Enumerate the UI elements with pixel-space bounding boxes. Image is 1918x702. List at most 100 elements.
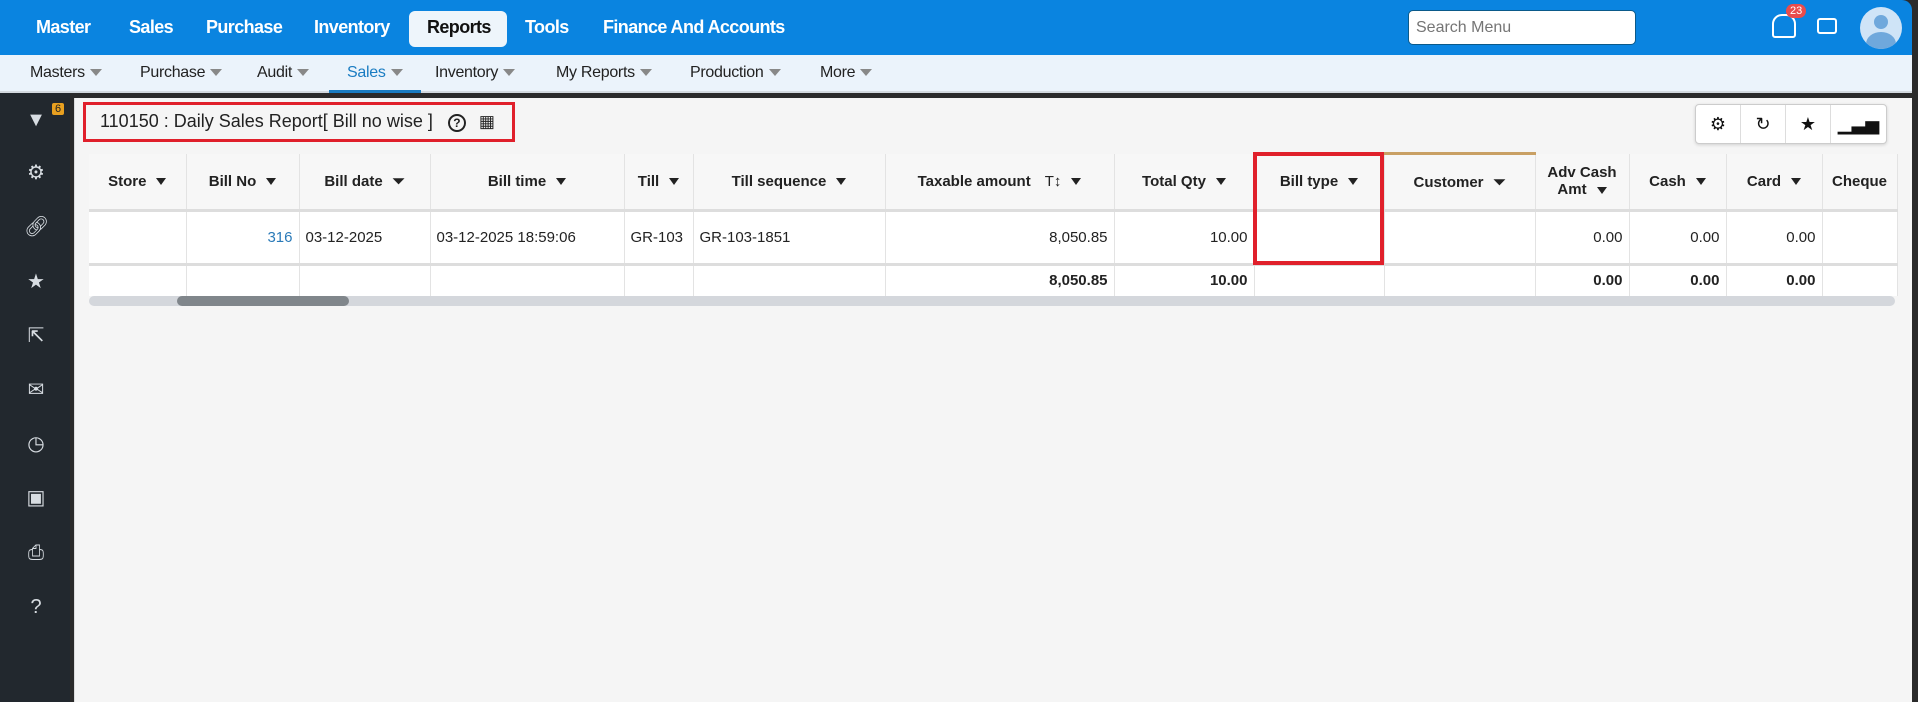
submenu-audit[interactable]: Audit (257, 55, 309, 93)
sort-icon[interactable]: T↕ (1045, 173, 1062, 190)
star-icon[interactable]: ★ (24, 270, 48, 294)
table-cell[interactable]: GR-103-1851 (693, 210, 886, 266)
menu-tools[interactable]: Tools (507, 11, 587, 47)
clock-icon[interactable]: ◷ (24, 432, 48, 456)
column-header[interactable]: Bill No (186, 153, 300, 212)
menu-purchase[interactable]: Purchase (188, 11, 300, 47)
column-header[interactable]: Cheque (1822, 153, 1898, 212)
help-icon[interactable]: ? (24, 595, 48, 619)
total-cell (299, 264, 431, 296)
column-menu-icon[interactable] (1215, 178, 1226, 186)
column-header[interactable]: Store (89, 153, 187, 212)
filter-icon[interactable]: ▼ (24, 108, 48, 132)
scrollbar-thumb[interactable] (177, 296, 349, 306)
schedule-icon[interactable]: ▣ (24, 486, 48, 510)
avatar[interactable] (1860, 7, 1902, 49)
column-menu-icon[interactable] (836, 178, 847, 186)
settings-icon[interactable]: ⚙ (1696, 105, 1741, 143)
column-header-label: Till (637, 172, 660, 190)
submenu-production[interactable]: Production (690, 55, 781, 93)
totals-row: 8,050.85 10.00 0.00 0.00 0.00 (89, 264, 1898, 296)
column-header[interactable]: Customer ⏷ (1384, 152, 1536, 212)
table-row[interactable]: Parveen Textiles 316 03-12-2025 03-12-2025 … (89, 210, 1898, 266)
column-header[interactable]: Bill time (430, 153, 625, 212)
column-header[interactable]: Bill date ⏷ (299, 153, 431, 212)
submenu-label: Inventory (435, 64, 499, 81)
search-menu-input[interactable] (1408, 10, 1636, 45)
table-cell[interactable]: 0.00 (1535, 210, 1630, 266)
table-cell[interactable]: 0.00 (1629, 210, 1727, 266)
print-icon[interactable]: ⎙ (24, 541, 48, 565)
column-header-label: Bill No (208, 172, 257, 190)
table-cell[interactable]: Jenny (1384, 210, 1536, 266)
column-header[interactable]: Cash (1629, 153, 1727, 212)
highlight-bill-type (1253, 152, 1384, 265)
column-header[interactable]: Taxable amount T↕ (885, 153, 1115, 212)
table-cell[interactable]: Parveen Textiles (89, 210, 187, 266)
column-menu-icon[interactable] (156, 178, 167, 186)
submenu-sales[interactable]: Sales (329, 55, 421, 93)
caret-down-icon (503, 69, 516, 77)
help-icon[interactable]: ? (447, 114, 466, 132)
column-header[interactable]: Adv Cash Amt (1535, 153, 1630, 212)
column-header-label: Store (108, 172, 147, 190)
submenu-label: Sales (347, 64, 386, 81)
column-menu-icon[interactable] (1695, 178, 1706, 186)
export-icon[interactable]: ⇱ (24, 324, 48, 348)
table-cell[interactable]: 316 (186, 210, 300, 266)
mail-icon[interactable]: ✉ (24, 378, 48, 402)
column-header[interactable]: Total Qty (1114, 153, 1255, 212)
column-menu-icon[interactable] (556, 178, 567, 186)
menu-sales[interactable]: Sales (111, 11, 191, 47)
total-cell (89, 264, 187, 296)
submenu-purchase[interactable]: Purchase (140, 55, 223, 93)
table-cell[interactable]: 03-12-2025 18:59:06 (430, 210, 625, 266)
gear-icon[interactable]: ⚙ (24, 161, 48, 185)
column-header[interactable]: Till sequence (693, 153, 886, 212)
link-icon[interactable]: 🔗︎ (24, 215, 49, 239)
submenu-my-reports[interactable]: My Reports (556, 55, 652, 93)
submenu-label: Audit (257, 64, 292, 81)
submenu-inventory[interactable]: Inventory (435, 55, 516, 93)
table-cell[interactable]: GR-103 (624, 210, 694, 266)
total-cell (693, 264, 886, 296)
menu-master[interactable]: Master (18, 11, 108, 47)
refresh-icon[interactable]: ↻ (1741, 105, 1786, 143)
favorite-star-icon[interactable]: ★ (1786, 105, 1831, 143)
total-cell (1384, 264, 1536, 296)
caret-down-icon (768, 69, 781, 77)
table-cell[interactable]: 0.00 (1726, 210, 1823, 266)
chart-dropdown-icon[interactable]: ▁▃▅ ▾ (1831, 105, 1886, 172)
report-title-box: 110150 : Daily Sales Report[ Bill no wis… (83, 102, 515, 142)
menu-inventory[interactable]: Inventory (296, 11, 408, 47)
menu-reports[interactable]: Reports (409, 11, 507, 47)
column-menu-icon[interactable] (1791, 178, 1802, 186)
printer-icon[interactable] (1817, 18, 1837, 34)
submenu-masters[interactable]: Masters (30, 55, 102, 93)
column-menu-icon[interactable] (1071, 178, 1082, 186)
table-cell[interactable]: 8,050.85 (885, 210, 1115, 266)
total-cell: 0.00 (1629, 264, 1727, 296)
submenu-label: More (820, 64, 856, 81)
column-menu-icon[interactable] (1596, 186, 1607, 194)
filter-icon[interactable]: ⏷ (1494, 174, 1506, 191)
filter-icon[interactable]: ⏷ (393, 173, 405, 190)
layout-icon[interactable]: ▦ (479, 112, 495, 131)
column-header[interactable]: Till (624, 153, 694, 212)
horizontal-scrollbar[interactable] (89, 296, 1895, 306)
column-menu-icon[interactable] (669, 178, 680, 186)
menu-finance[interactable]: Finance And Accounts (585, 11, 803, 47)
table-cell[interactable]: 03-12-2025 (299, 210, 431, 266)
sub-nav: Masters Purchase Audit Sales Inventory M… (0, 55, 1912, 93)
table-cell[interactable]: 10.00 (1114, 210, 1255, 266)
total-cell: 0.00 (1726, 264, 1823, 296)
table-cell[interactable] (1822, 210, 1898, 266)
column-header-label: Taxable amount (917, 172, 1031, 190)
column-header[interactable]: Card (1726, 153, 1823, 212)
top-nav: Master Sales Purchase Inventory Reports … (0, 0, 1912, 55)
report-title: 110150 : Daily Sales Report[ Bill no wis… (100, 111, 433, 131)
total-cell: 0.00 (1535, 264, 1630, 296)
submenu-more[interactable]: More (820, 55, 873, 93)
report-toolbar: ⚙ ↻ ★ ▁▃▅ ▾ (1695, 104, 1887, 172)
column-menu-icon[interactable] (266, 178, 277, 186)
